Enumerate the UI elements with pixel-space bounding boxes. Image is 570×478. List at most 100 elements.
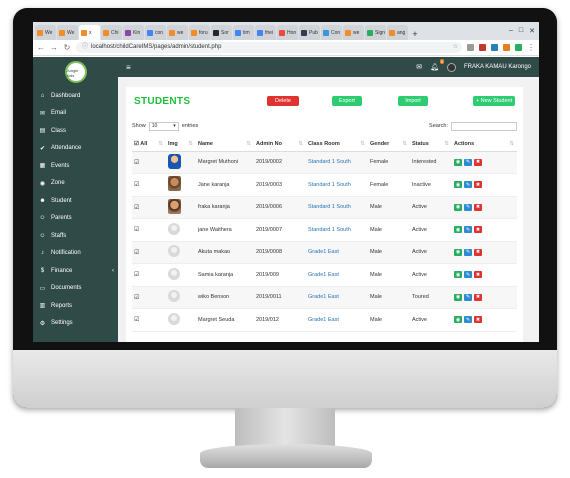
sidebar-item-settings[interactable]: ⚙ Settings <box>33 315 118 333</box>
browser-tab[interactable]: Hon <box>277 25 298 40</box>
browser-tab[interactable]: we <box>167 25 188 40</box>
sidebar-item-attendance[interactable]: ✔ Attendance <box>33 140 118 158</box>
browser-tab[interactable]: We <box>35 25 56 40</box>
sort-icon[interactable]: ⇅ <box>246 141 251 147</box>
class-room-link[interactable]: Grade1 East <box>308 249 339 255</box>
class-room-link[interactable]: Standard 1 South <box>308 227 351 233</box>
class-room-link[interactable]: Standard 1 South <box>308 204 351 210</box>
browser-tab[interactable]: Con <box>321 25 342 40</box>
user-name[interactable]: FRAKA KAMAU Karongo <box>464 64 531 70</box>
eye-icon[interactable]: ◉ <box>454 226 462 234</box>
column-header[interactable]: Status ⇅ <box>410 137 452 152</box>
browser-tab[interactable]: Kin <box>123 25 144 40</box>
sidebar-item-documents[interactable]: ▭ Documents <box>33 280 118 298</box>
row-checkbox[interactable]: ☑ <box>134 272 139 278</box>
sidebar-item-zone[interactable]: ◉ Zone <box>33 175 118 193</box>
table-row[interactable]: ☑ jane Waithera 2019/0007 Standard 1 South M… <box>132 218 517 242</box>
pencil-icon[interactable]: ✎ <box>464 248 472 256</box>
trash-icon[interactable]: ✖ <box>474 248 482 256</box>
eye-icon[interactable]: ◉ <box>454 316 462 324</box>
table-row[interactable]: ☑ wiko Benson 2019/0011 Grade1 East Male Tour… <box>132 286 517 309</box>
maximize-button[interactable]: □ <box>519 27 523 35</box>
extension-icon[interactable] <box>491 44 498 51</box>
sidebar-item-parents[interactable]: ☺ Parents <box>33 210 118 228</box>
column-header[interactable]: Img ⇅ <box>166 137 196 152</box>
browser-tab[interactable]: con <box>145 25 166 40</box>
browser-tab[interactable]: foru <box>189 25 210 40</box>
mail-icon[interactable]: ✉ <box>416 63 422 71</box>
browser-tab[interactable]: we <box>343 25 364 40</box>
browser-tab[interactable]: Sor <box>211 25 232 40</box>
sort-icon[interactable]: ⇅ <box>298 141 303 147</box>
row-checkbox[interactable]: ☑ <box>134 250 139 256</box>
new-tab-button[interactable]: + <box>409 28 421 40</box>
close-window-button[interactable]: ✕ <box>529 27 535 35</box>
pencil-icon[interactable]: ✎ <box>464 271 472 279</box>
table-row[interactable]: ☑ Margret Muthoni 2019/0002 Standard 1 Sout… <box>132 151 517 174</box>
star-icon[interactable]: ☆ <box>453 42 458 53</box>
trash-icon[interactable]: ✖ <box>474 293 482 301</box>
browser-tab[interactable]: Chi <box>101 25 122 40</box>
table-row[interactable]: ☑ Jane karanja 2019/0003 Standard 1 South Fe… <box>132 173 517 197</box>
import-button[interactable]: Import <box>398 96 428 106</box>
row-checkbox[interactable]: ☑ <box>134 160 139 166</box>
pencil-icon[interactable]: ✎ <box>464 293 472 301</box>
pencil-icon[interactable]: ✎ <box>464 226 472 234</box>
column-header[interactable]: Class Room ⇅ <box>306 137 368 152</box>
extension-icon[interactable] <box>467 44 474 51</box>
sort-icon[interactable]: ⇅ <box>188 141 193 147</box>
back-icon[interactable]: ← <box>37 43 45 52</box>
column-header[interactable]: Actions ⇅ <box>452 137 517 152</box>
sidebar-item-dashboard[interactable]: ⌂ Dashboard <box>33 87 118 105</box>
class-room-link[interactable]: Standard 1 South <box>308 182 351 188</box>
address-bar[interactable]: ⓘ localhost/childCareIMS/pages/admin/stu… <box>76 42 462 53</box>
pencil-icon[interactable]: ✎ <box>464 316 472 324</box>
reload-icon[interactable]: ↻ <box>63 43 71 52</box>
sidebar-item-email[interactable]: ✉ Email <box>33 105 118 123</box>
sidebar-item-student[interactable]: ☻ Student <box>33 192 118 210</box>
table-row[interactable]: ☑ Margret Seuda 2019/012 Grade1 East Male Act… <box>132 308 517 332</box>
browser-tab[interactable]: x <box>79 25 100 40</box>
sort-icon[interactable]: ⇅ <box>509 141 514 147</box>
eye-icon[interactable]: ◉ <box>454 181 462 189</box>
table-row[interactable]: ☑ fraka karanja 2019/0006 Standard 1 South M… <box>132 196 517 219</box>
new-student-button[interactable]: + New Student <box>473 96 515 106</box>
row-checkbox[interactable]: ☑ <box>134 227 139 233</box>
column-header[interactable]: ☑ All ⇅ <box>132 137 166 152</box>
table-row[interactable]: ☑ Akuta makao 2019/0008 Grade1 East Male Acti… <box>132 241 517 264</box>
sidebar-item-staffs[interactable]: ☺ Staffs <box>33 227 118 245</box>
sidebar-item-reports[interactable]: ▥ Reports <box>33 297 118 315</box>
sidebar-item-notification[interactable]: ♪ Notification <box>33 245 118 263</box>
extension-icon[interactable] <box>503 44 510 51</box>
class-room-link[interactable]: Standard 1 South <box>308 159 351 165</box>
trash-icon[interactable]: ✖ <box>474 203 482 211</box>
export-button[interactable]: Export <box>332 96 362 106</box>
sort-icon[interactable]: ⇅ <box>360 141 365 147</box>
minimize-button[interactable]: – <box>509 27 513 35</box>
row-checkbox[interactable]: ☑ <box>134 182 139 188</box>
row-checkbox[interactable]: ☑ <box>134 295 139 301</box>
browser-tab[interactable]: Sign <box>365 25 386 40</box>
extension-icon[interactable] <box>515 44 522 51</box>
pencil-icon[interactable]: ✎ <box>464 158 472 166</box>
eye-icon[interactable]: ◉ <box>454 248 462 256</box>
search-input[interactable] <box>451 121 517 131</box>
class-room-link[interactable]: Grade1 East <box>308 272 339 278</box>
menu-toggle-icon[interactable]: ≡ <box>126 63 131 72</box>
browser-menu-icon[interactable]: ⋮ <box>527 43 535 52</box>
column-header[interactable]: Gender ⇅ <box>368 137 410 152</box>
row-checkbox[interactable]: ☑ <box>134 317 139 323</box>
delete-button[interactable]: Delete <box>267 96 299 106</box>
table-row[interactable]: ☑ Samia karanja 2019/009 Grade1 East Male Act… <box>132 263 517 287</box>
column-header[interactable]: Name ⇅ <box>196 137 254 152</box>
browser-tab[interactable]: ang <box>387 25 408 40</box>
trash-icon[interactable]: ✖ <box>474 316 482 324</box>
trash-icon[interactable]: ✖ <box>474 181 482 189</box>
entries-select[interactable]: 10 ▾ <box>148 121 179 131</box>
bell-icon[interactable]: 🔔︎ 0 <box>430 59 444 71</box>
sidebar-item-finance[interactable]: $ Finance ‹ <box>33 262 118 280</box>
browser-tab[interactable]: thei <box>255 25 276 40</box>
eye-icon[interactable]: ◉ <box>454 293 462 301</box>
sort-icon[interactable]: ⇅ <box>402 141 407 147</box>
class-room-link[interactable]: Grade1 East <box>308 294 339 300</box>
